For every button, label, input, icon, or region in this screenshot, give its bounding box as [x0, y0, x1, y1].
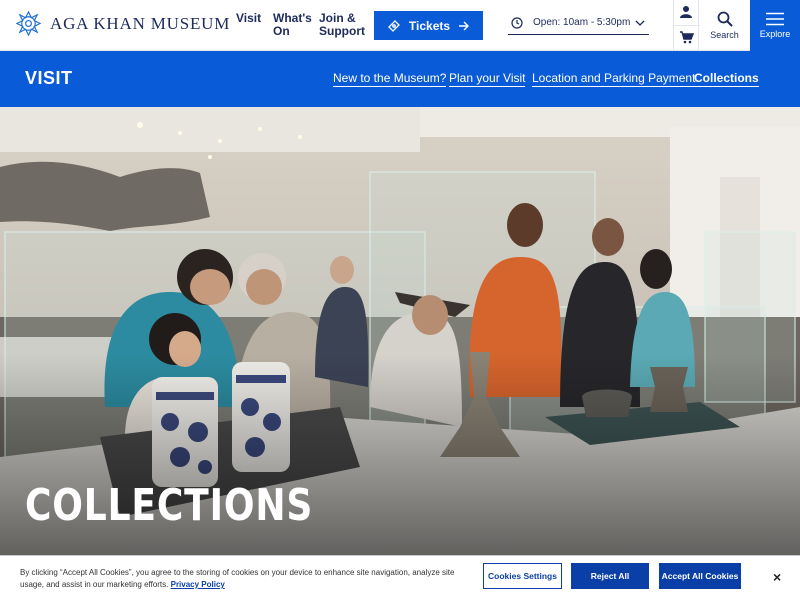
chevron-down-icon: [635, 20, 645, 26]
close-icon[interactable]: ×: [773, 569, 781, 585]
subnav-location-parking[interactable]: Location and Parking Payment: [532, 71, 696, 87]
nav-whats-on-line2: On: [273, 24, 290, 38]
divider: [674, 25, 700, 26]
menu-icon: [766, 12, 784, 26]
cookie-banner: By clicking “Accept All Cookies”, you ag…: [0, 555, 800, 600]
subnav-new-to-museum[interactable]: New to the Museum?: [333, 71, 447, 87]
privacy-policy-link[interactable]: Privacy Policy: [171, 580, 225, 589]
cookie-message: By clicking “Accept All Cookies”, you ag…: [20, 568, 455, 589]
account-cart-group: [673, 0, 700, 51]
hero-banner: COLLECTIONS: [0, 107, 800, 557]
logo[interactable]: AGA KHAN MUSEUM: [15, 10, 230, 37]
cart-icon[interactable]: [679, 30, 694, 44]
search-icon: [717, 11, 733, 27]
explore-menu-button[interactable]: Explore: [750, 0, 800, 51]
section-title: VISIT: [25, 68, 73, 88]
tickets-label: Tickets: [408, 18, 451, 33]
hero-title: COLLECTIONS: [25, 480, 314, 531]
nav-whats-on[interactable]: What's On: [273, 12, 312, 38]
visit-subnav-bar: VISIT New to the Museum? Plan your Visit…: [0, 51, 800, 107]
search-button[interactable]: Search: [699, 0, 750, 51]
accept-all-button[interactable]: Accept All Cookies: [659, 563, 741, 589]
site-header: AGA KHAN MUSEUM Visit What's On Join & S…: [0, 0, 800, 51]
explore-label: Explore: [759, 29, 791, 39]
nav-join-support-line2: Support: [319, 24, 365, 38]
subnav-plan-your-visit[interactable]: Plan your Visit: [449, 71, 526, 87]
hours-dropdown[interactable]: Open: 10am - 5:30pm: [508, 11, 649, 35]
search-label: Search: [710, 30, 739, 40]
user-icon[interactable]: [679, 5, 693, 19]
logo-text: AGA KHAN MUSEUM: [50, 13, 231, 33]
nav-visit[interactable]: Visit: [236, 12, 261, 25]
hours-label: Open: 10am - 5:30pm: [533, 17, 631, 28]
clock-icon: [511, 16, 523, 29]
nav-visit-label: Visit: [236, 11, 262, 25]
arrow-right-icon: [459, 21, 470, 30]
logo-rosette-icon: [15, 10, 42, 37]
ticket-icon: [388, 19, 400, 32]
tickets-button[interactable]: Tickets: [374, 11, 483, 40]
reject-all-button[interactable]: Reject All: [571, 563, 649, 589]
nav-join-support[interactable]: Join & Support: [319, 12, 365, 38]
cookie-text: By clicking “Accept All Cookies”, you ag…: [20, 567, 460, 591]
cookies-settings-button[interactable]: Cookies Settings: [483, 563, 562, 589]
subnav-collections[interactable]: Collections: [694, 71, 759, 87]
